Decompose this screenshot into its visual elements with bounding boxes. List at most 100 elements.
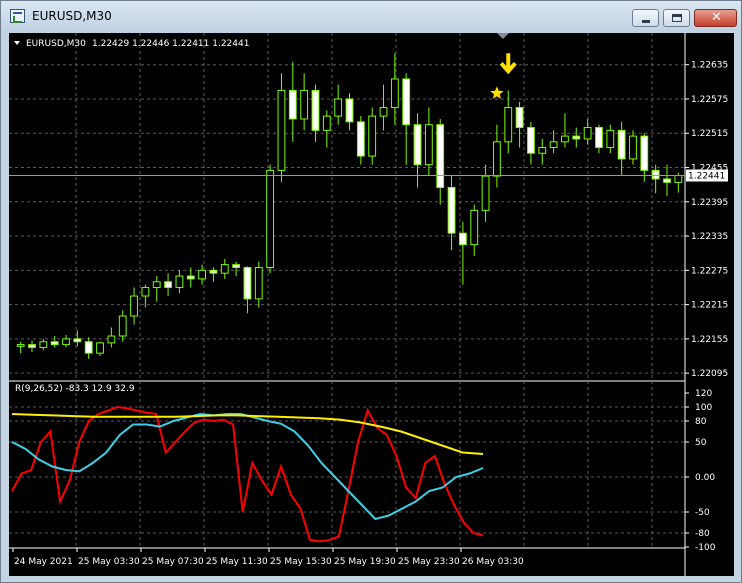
bullish-candle xyxy=(470,209,479,246)
chart-window-icon xyxy=(10,9,25,23)
time-tick-label: 25 May 19:30 xyxy=(334,557,396,567)
bearish-candle xyxy=(164,281,172,288)
bearish-candle xyxy=(243,266,252,300)
bearish-candle xyxy=(617,129,626,160)
window-title: EURUSD,M30 xyxy=(32,9,112,23)
chart-menu-triangle-icon[interactable] xyxy=(14,41,20,45)
time-tick-label: 25 May 03:30 xyxy=(78,557,140,567)
indicator-tick-label: -80 xyxy=(695,529,710,539)
time-tick-label: 25 May 23:30 xyxy=(398,557,460,567)
bullish-candle xyxy=(266,169,275,268)
bearish-candle xyxy=(651,169,660,180)
bullish-candle xyxy=(198,269,206,280)
bullish-candle xyxy=(16,344,25,347)
bullish-candle xyxy=(481,175,490,211)
chart-symbol-label: EURUSD,M30 xyxy=(26,39,86,49)
maximize-button[interactable] xyxy=(663,9,690,27)
bullish-candle xyxy=(538,147,547,154)
bullish-candle xyxy=(118,315,127,337)
maximize-icon xyxy=(672,14,682,22)
red-series-line xyxy=(11,405,484,543)
bearish-candle xyxy=(447,187,456,234)
bullish-candle xyxy=(300,89,309,120)
bearish-candle xyxy=(515,107,524,129)
price-tick-label: 1.22155 xyxy=(691,335,728,345)
chart-ohlc-label: 1.22429 1.22446 1.22411 1.22441 xyxy=(92,39,249,49)
bearish-candle xyxy=(209,269,218,274)
bullish-candle xyxy=(504,107,513,143)
bullish-candle xyxy=(322,115,331,131)
bullish-candle xyxy=(629,135,637,160)
bearish-candle xyxy=(186,275,195,280)
bullish-candle xyxy=(107,335,116,344)
bearish-candle xyxy=(28,344,36,348)
cyan-series-line xyxy=(11,412,484,521)
time-tick-label: 25 May 11:30 xyxy=(206,557,268,567)
bullish-candle xyxy=(549,141,558,149)
chart-canvas[interactable]: 1.226351.225751.225151.224551.223951.223… xyxy=(9,33,734,576)
indicator-tick-label: -50 xyxy=(695,508,710,518)
bearish-candle xyxy=(84,341,93,354)
price-tick-label: 1.22275 xyxy=(691,266,728,276)
bullish-candle xyxy=(254,266,263,300)
time-tick-label: 25 May 15:30 xyxy=(270,557,332,567)
bullish-candle xyxy=(583,127,592,140)
bearish-candle xyxy=(458,232,467,246)
bullish-candle xyxy=(606,129,615,149)
minimize-button[interactable] xyxy=(632,9,659,27)
bearish-candle xyxy=(527,127,535,154)
bullish-candle xyxy=(334,98,343,117)
bullish-candle xyxy=(674,175,683,183)
time-tick-label: 24 May 2021 xyxy=(14,557,73,567)
indicator-tick-label: 100 xyxy=(695,403,712,413)
bearish-candle xyxy=(73,338,82,343)
close-icon: ✕ xyxy=(711,10,722,25)
bullish-candle xyxy=(130,295,138,317)
price-tick-label: 1.22515 xyxy=(691,129,728,139)
indicator-tick-label: 80 xyxy=(695,417,707,427)
minimize-icon xyxy=(642,20,650,23)
title-bar[interactable]: EURUSD,M30 ✕ xyxy=(1,1,741,33)
star-marker-icon xyxy=(490,86,504,99)
bearish-candle xyxy=(345,98,354,123)
bullish-candle xyxy=(379,107,388,117)
bearish-candle xyxy=(663,178,671,183)
bearish-candle xyxy=(356,121,365,157)
price-tick-label: 1.22635 xyxy=(691,61,728,71)
price-tick-label: 1.22095 xyxy=(691,369,728,379)
bullish-candle xyxy=(424,124,433,166)
bullish-candle xyxy=(62,338,70,346)
indicator-label: R(9,26,52) -83.3 12.9 32.9 xyxy=(15,384,135,394)
bearish-candle xyxy=(288,89,297,120)
bullish-candle xyxy=(368,115,377,157)
indicator-tick-label: -100 xyxy=(695,543,716,553)
indicator-tick-label: 0.00 xyxy=(695,473,715,483)
bearish-candle xyxy=(232,264,241,268)
chart-area[interactable]: 1.22635 1.22575 1.22515 1.22455 1.22395 1.223… xyxy=(9,33,734,576)
price-tick-label: 1.22215 xyxy=(691,301,728,311)
bearish-candle xyxy=(595,127,603,149)
bullish-candle xyxy=(277,89,286,171)
bearish-candle xyxy=(572,135,581,140)
close-button[interactable]: ✕ xyxy=(694,9,737,27)
price-tick-label: 1.22335 xyxy=(691,232,728,242)
indicator-tick-label: 50 xyxy=(695,438,707,448)
current-price-label: 1.22441 xyxy=(688,172,725,182)
price-tick-label: 1.22395 xyxy=(691,198,728,208)
bearish-candle xyxy=(436,124,445,189)
bullish-candle xyxy=(152,281,161,288)
app-window: EURUSD,M30 ✕ 1.22635 1.22575 1.22515 1.2245… xyxy=(0,0,742,583)
bullish-candle xyxy=(39,341,48,348)
time-tick-label: 26 May 03:30 xyxy=(462,557,524,567)
bearish-candle xyxy=(413,124,422,166)
bearish-candle xyxy=(50,341,59,346)
bullish-candle xyxy=(561,135,569,143)
bullish-candle xyxy=(220,264,229,274)
bearish-candle xyxy=(311,89,320,131)
bearish-candle xyxy=(402,78,411,126)
time-tick-label: 25 May 07:30 xyxy=(142,557,204,567)
price-tick-label: 1.22575 xyxy=(691,95,728,105)
bearish-candle xyxy=(640,135,649,171)
bullish-candle xyxy=(390,78,399,109)
chart-shift-marker-icon[interactable] xyxy=(497,33,509,39)
